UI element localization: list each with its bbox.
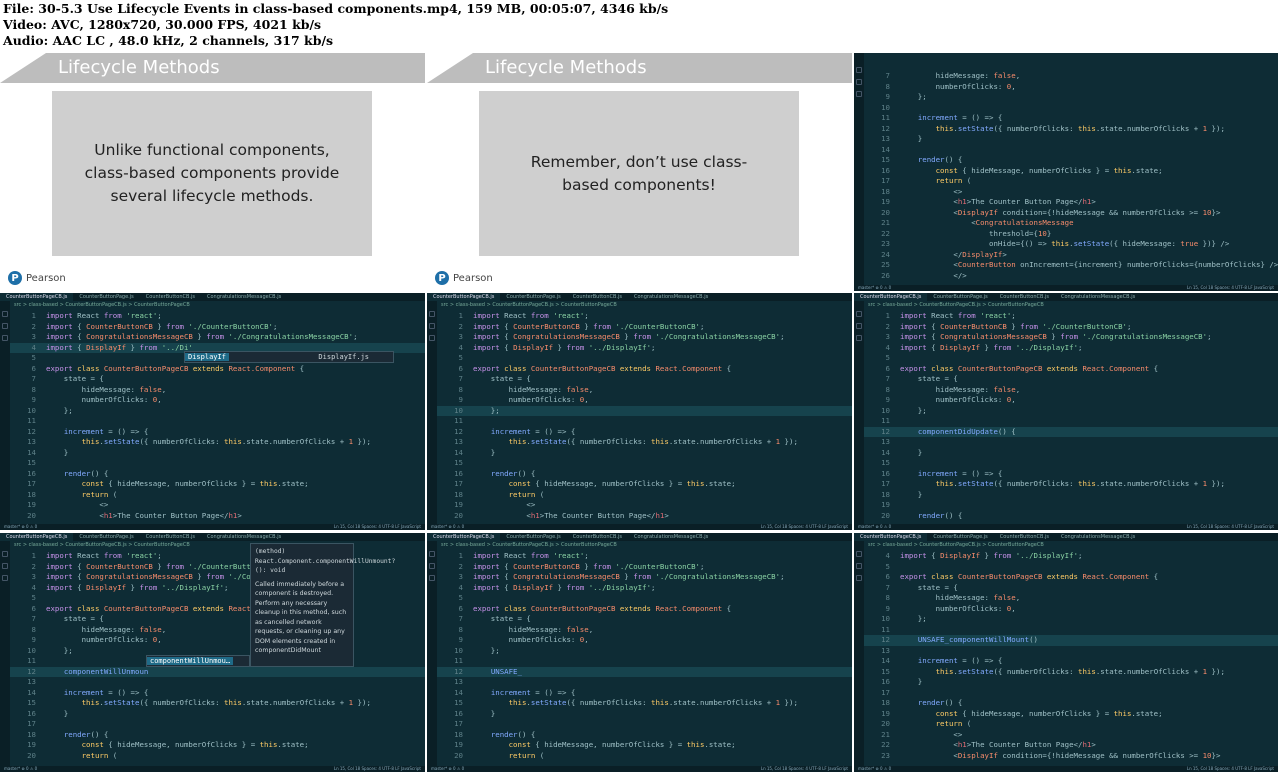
status-bar: master* ⊗ 0 ⚠ 0 Ln 15, Col 18 Spaces: 4 U… (427, 766, 852, 772)
activity-bar (427, 541, 437, 772)
thumbnail-editor-4[interactable]: CounterButtonPageCB.js CounterButtonPage.… (0, 293, 425, 530)
video-info-header: File: 30-5.3 Use Lifecycle Events in cla… (0, 0, 1279, 52)
suggestion-item[interactable]: DisplayIf (185, 353, 229, 361)
pearson-logo: P Pearson (435, 271, 493, 285)
editor-tabs: CounterButtonPageCB.js CounterButtonPage.… (427, 533, 852, 541)
activity-bar (854, 541, 864, 772)
autocomplete-popup[interactable]: componentWillUnmou… (146, 655, 250, 667)
slide-title: Lifecycle Methods (58, 57, 220, 78)
activity-bar (854, 53, 864, 291)
slide-body-text: Remember, don’t use class-based componen… (530, 152, 748, 194)
slide-body-box: Unlike functional components, class-base… (52, 91, 372, 256)
breadcrumb: src > class-based > CounterButtonPageCB.… (14, 302, 190, 308)
breadcrumb: src > class-based > CounterButtonPageCB.… (868, 542, 1044, 548)
thumbnail-slide-2[interactable]: Lifecycle Methods Remember, don’t use cl… (427, 53, 852, 291)
pearson-p-icon: P (435, 271, 449, 285)
thumbnail-editor-6[interactable]: CounterButtonPageCB.js CounterButtonPage.… (854, 293, 1278, 530)
status-bar: master* ⊗ 0 ⚠ 0 Ln 15, Col 18 Spaces: 4 U… (0, 766, 425, 772)
audio-info-line: Audio: AAC LC , 48.0 kHz, 2 channels, 31… (3, 33, 334, 48)
slide-body-text: Unlike functional components, class-base… (84, 141, 340, 205)
pearson-logo: P Pearson (8, 271, 66, 285)
status-bar: master* ⊗ 0 ⚠ 0 Ln 15, Col 18 Spaces: 4 U… (854, 524, 1278, 530)
autocomplete-popup[interactable]: DisplayIf DisplayIf.js (184, 351, 394, 363)
activity-bar (0, 541, 10, 772)
editor-tabs: CounterButtonPageCB.js CounterButtonPage.… (854, 293, 1278, 301)
thumbnail-editor-8[interactable]: CounterButtonPageCB.js CounterButtonPage.… (427, 533, 852, 772)
thumbnail-editor-7[interactable]: CounterButtonPageCB.js CounterButtonPage.… (0, 533, 425, 772)
breadcrumb: src > class-based > CounterButtonPageCB.… (14, 542, 190, 548)
editor-tabs: CounterButtonPageCB.js CounterButtonPage.… (0, 293, 425, 301)
status-bar: master* ⊗ 0 ⚠ 0 Ln 15, Col 18 Spaces: 4 U… (0, 524, 425, 530)
thumbnail-editor-3[interactable]: 7 hideMessage: false, 8 numberOfClicks: … (854, 53, 1278, 291)
status-bar: master* ⊗ 0 ⚠ 0 Ln 15, Col 18 Spaces: 4 U… (854, 285, 1278, 291)
hover-documentation: (method) React.Component.componentWillUn… (250, 543, 395, 667)
thumbnail-slide-1[interactable]: Lifecycle Methods Unlike functional comp… (0, 53, 425, 291)
status-bar: master* ⊗ 0 ⚠ 0 Ln 15, Col 18 Spaces: 4 U… (854, 766, 1278, 772)
editor-tabs: CounterButtonPageCB.js CounterButtonPage.… (427, 293, 852, 301)
suggestion-item[interactable]: componentWillUnmou… (147, 657, 234, 665)
video-info-line: Video: AVC, 1280x720, 30.000 FPS, 4021 k… (3, 17, 322, 32)
activity-bar (427, 301, 437, 530)
breadcrumb: src > class-based > CounterButtonPageCB.… (868, 302, 1044, 308)
editor-tabs: CounterButtonPageCB.js CounterButtonPage.… (854, 533, 1278, 541)
breadcrumb: src > class-based > CounterButtonPageCB.… (441, 302, 617, 308)
slide-title: Lifecycle Methods (485, 57, 647, 78)
thumbnail-editor-9[interactable]: CounterButtonPageCB.js CounterButtonPage.… (854, 533, 1278, 772)
breadcrumb: src > class-based > CounterButtonPageCB.… (441, 542, 617, 548)
pearson-p-icon: P (8, 271, 22, 285)
status-bar: master* ⊗ 0 ⚠ 0 Ln 15, Col 18 Spaces: 4 U… (427, 524, 852, 530)
activity-bar (0, 301, 10, 530)
activity-bar (854, 301, 864, 530)
file-info-line: File: 30-5.3 Use Lifecycle Events in cla… (3, 1, 669, 16)
thumbnail-editor-5[interactable]: CounterButtonPageCB.js CounterButtonPage.… (427, 293, 852, 530)
editor-tabs: CounterButtonPageCB.js CounterButtonPage.… (0, 533, 425, 541)
slide-body-box: Remember, don’t use class-based componen… (479, 91, 799, 256)
